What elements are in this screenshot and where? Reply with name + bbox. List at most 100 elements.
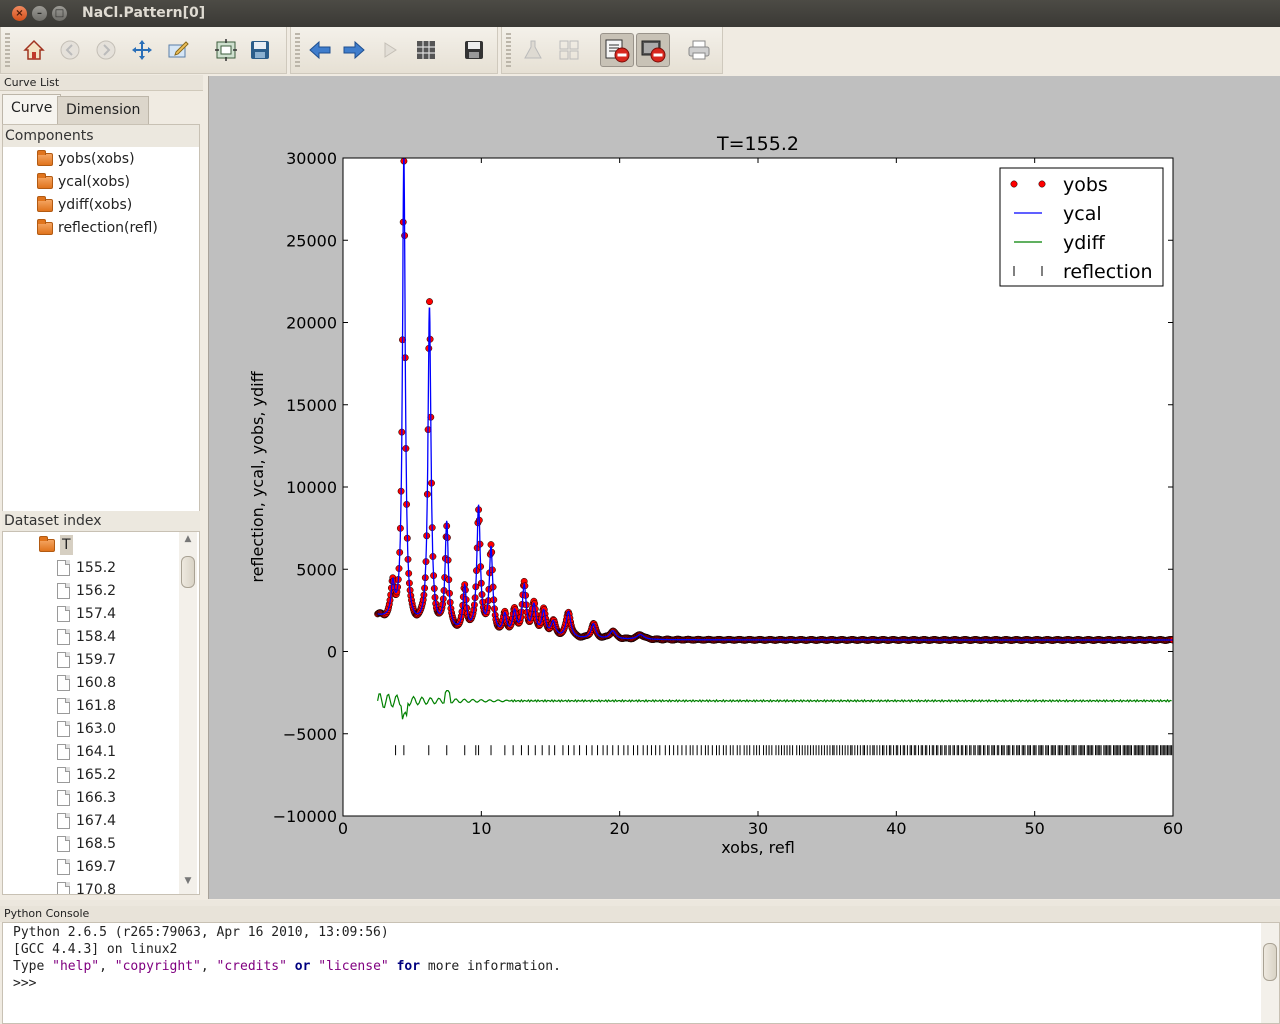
tab-bar: Curve Dimension	[2, 94, 200, 125]
dataset-item[interactable]: 170.8	[57, 880, 117, 895]
components-panel: Components yobs(xobs) ycal(xobs) ydiff(xob…	[2, 124, 200, 514]
dataset-root-item[interactable]: T	[39, 535, 73, 555]
console-string: "credits"	[216, 959, 287, 974]
toolbar-group-view	[501, 27, 723, 74]
dataset-item[interactable]: 161.8	[57, 696, 116, 716]
edit-icon[interactable]	[165, 37, 191, 63]
file-icon	[57, 790, 70, 806]
dataset-label: 170.8	[76, 882, 117, 895]
python-console[interactable]: Python 2.6.5 (r265:79063, Apr 16 2010, 1…	[2, 922, 1280, 1024]
home-icon[interactable]	[21, 37, 47, 63]
dataset-item[interactable]: 158.4	[57, 627, 116, 647]
toolbar-group-pattern	[290, 27, 498, 74]
pan-icon[interactable]	[129, 37, 155, 63]
prev-arrow-icon[interactable]	[307, 37, 333, 63]
file-icon	[57, 859, 70, 875]
file-icon	[57, 836, 70, 852]
dataset-label: 155.2	[76, 560, 117, 576]
y-tick-label: 0	[327, 643, 337, 662]
dataset-item[interactable]: 156.2	[57, 581, 116, 601]
y-tick-label: 15000	[286, 396, 337, 415]
console-scrollbar[interactable]	[1261, 923, 1279, 1023]
play-icon[interactable]	[377, 37, 403, 63]
console-text: more information.	[420, 959, 561, 974]
grid-icon[interactable]	[413, 37, 439, 63]
print-icon[interactable]	[686, 37, 712, 63]
dataset-label: 168.5	[76, 836, 117, 852]
tab-curve[interactable]: Curve	[2, 94, 62, 125]
forward-icon[interactable]	[93, 37, 119, 63]
dataset-scrollbar[interactable]: ▲ ▼	[179, 532, 197, 894]
layout-icon[interactable]	[556, 37, 582, 63]
dataset-item[interactable]: 157.4	[57, 604, 116, 624]
x-tick-label: 30	[748, 819, 768, 838]
configure-icon[interactable]	[213, 37, 239, 63]
file-icon	[57, 675, 70, 691]
dataset-label: 161.8	[76, 698, 117, 714]
dataset-item[interactable]: 169.7	[57, 857, 116, 877]
component-item[interactable]: ydiff(xobs)	[37, 195, 132, 215]
x-tick-label: 20	[609, 819, 629, 838]
dataset-item[interactable]: 167.4	[57, 811, 116, 831]
y-tick-label: −10000	[273, 807, 337, 826]
legend-label: reflection	[1063, 261, 1153, 283]
window-minimize-button[interactable]: –	[32, 6, 47, 21]
file-icon	[57, 698, 70, 714]
scroll-up-icon[interactable]: ▲	[179, 534, 197, 550]
file-icon	[57, 629, 70, 645]
scrollbar-thumb[interactable]	[181, 556, 195, 588]
y-tick-label: 30000	[286, 149, 337, 168]
dataset-item[interactable]: 155.2	[57, 558, 116, 578]
console-prompt[interactable]: >>>	[13, 975, 1269, 992]
x-tick-label: 60	[1163, 819, 1183, 838]
curve-list-dock: Curve List Curve Dimension Components yo…	[0, 75, 203, 900]
dataset-item[interactable]: 165.2	[57, 765, 116, 785]
legend-label: ydiff	[1063, 232, 1106, 254]
folder-icon	[37, 149, 53, 166]
save-icon[interactable]	[247, 37, 273, 63]
dataset-root-label: T	[60, 535, 73, 555]
next-arrow-icon[interactable]	[341, 37, 367, 63]
yobs-point	[426, 298, 433, 306]
console-text: ,	[200, 959, 217, 974]
console-text: Type	[13, 959, 53, 974]
window-maximize-button[interactable]: □	[52, 6, 67, 21]
legend-marker-yobs	[1010, 180, 1018, 188]
folder-icon	[37, 195, 53, 212]
scroll-down-icon[interactable]: ▼	[179, 876, 197, 892]
title-bar: × – □ NaCl.Pattern[0]	[0, 0, 1280, 27]
window-title: NaCl.Pattern[0]	[82, 5, 206, 21]
component-label: ydiff(xobs)	[58, 197, 133, 213]
window-close-button[interactable]: ×	[12, 6, 27, 21]
x-tick-label: 40	[886, 819, 906, 838]
plot-canvas[interactable]: 0 10 20 30 40 50 60 −10000 −5000 0 5000 10000 15000 2…	[209, 76, 1280, 899]
tab-dimension[interactable]: Dimension	[57, 96, 150, 124]
file-icon	[57, 606, 70, 622]
components-header: Components	[3, 125, 199, 147]
remove-plot-icon[interactable]	[636, 33, 670, 67]
console-line: [GCC 4.4.3] on linux2	[13, 942, 178, 957]
save-figure-icon[interactable]	[461, 37, 487, 63]
component-item[interactable]: ycal(xobs)	[37, 172, 130, 192]
flask-icon[interactable]	[520, 37, 546, 63]
chart-title: T=155.2	[716, 133, 799, 155]
console-string: "help"	[52, 959, 100, 974]
folder-icon	[39, 535, 55, 552]
dataset-item[interactable]: 166.3	[57, 788, 116, 808]
dataset-item[interactable]: 159.7	[57, 650, 116, 670]
dataset-label: 165.2	[76, 767, 117, 783]
console-text: ,	[99, 959, 115, 974]
plot-area[interactable]: 0 10 20 30 40 50 60 −10000 −5000 0 5000 10000 15000 2…	[208, 76, 1280, 899]
scrollbar-thumb[interactable]	[1263, 943, 1277, 981]
dataset-item[interactable]: 168.5	[57, 834, 116, 854]
component-item[interactable]: reflection(refl)	[37, 218, 158, 238]
dataset-label: 166.3	[76, 790, 117, 806]
x-axis-label: xobs, refl	[721, 838, 795, 857]
dataset-item[interactable]: 163.0	[57, 719, 116, 739]
legend-label: yobs	[1063, 174, 1108, 196]
back-icon[interactable]	[57, 37, 83, 63]
remove-curves-icon[interactable]	[600, 33, 634, 67]
component-item[interactable]: yobs(xobs)	[37, 149, 135, 169]
dataset-item[interactable]: 164.1	[57, 742, 116, 762]
dataset-item[interactable]: 160.8	[57, 673, 116, 693]
